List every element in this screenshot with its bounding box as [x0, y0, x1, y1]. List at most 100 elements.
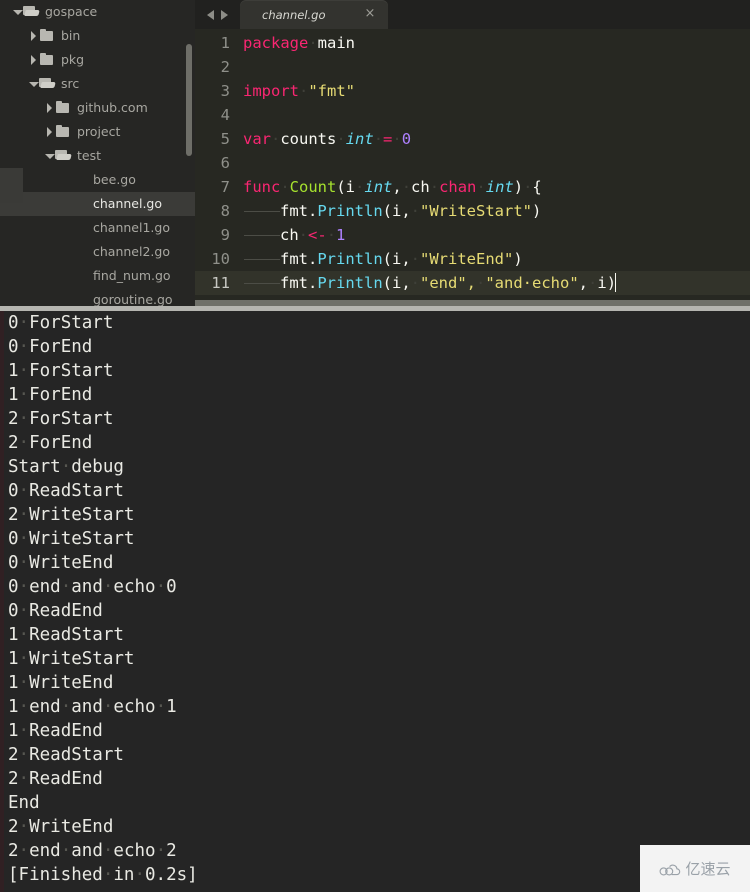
code-line[interactable]: 6 — [195, 151, 750, 175]
console-line: End — [8, 793, 40, 813]
code-line[interactable]: 8 fmt.Println(i,·"WriteStart") — [195, 199, 750, 223]
console-line: 2·ReadEnd — [8, 769, 103, 789]
console-line: [Finished·in·0.2s] — [8, 865, 198, 885]
tab-channel-go[interactable]: channel.go × — [240, 0, 388, 29]
sidebar-vertical-scrollbar[interactable] — [186, 44, 192, 156]
indent-guide — [243, 223, 280, 247]
code-token: import — [243, 82, 299, 100]
arrow-right-icon[interactable] — [221, 9, 228, 20]
chevron-right-icon[interactable] — [44, 120, 55, 144]
console-output-text: 0·ForStart 0·ForEnd 1·ForStart 1·ForEnd 2·Fo… — [8, 311, 750, 887]
code-token: { — [532, 178, 542, 196]
code-token: "and·echo" — [485, 274, 579, 292]
space-dot: · — [155, 697, 167, 717]
folder-open-icon — [55, 144, 72, 168]
space-dot: · — [134, 865, 145, 885]
line-number: 9 — [220, 226, 230, 244]
tree-item-channel1-go[interactable]: channel1.go — [0, 216, 195, 240]
code-token: var — [243, 130, 271, 148]
code-line[interactable]: 1 package·main — [195, 31, 750, 55]
code-token: · — [476, 178, 486, 196]
tree-item-goroutine-go[interactable]: goroutine.go — [0, 288, 195, 306]
tree-item-test[interactable]: test — [0, 144, 195, 168]
code-token: (i, — [382, 202, 411, 220]
code-line[interactable]: 11 fmt.Println(i,·"end",·"and·echo",·i) — [195, 271, 750, 295]
tree-item-project[interactable]: project — [0, 120, 195, 144]
arrow-left-icon[interactable] — [207, 9, 214, 20]
tree-item-bee-go[interactable]: bee.go — [0, 168, 195, 192]
tree-item-channel-go[interactable]: channel.go — [0, 192, 195, 216]
console-line: 0·ForEnd — [8, 337, 93, 357]
tab-nav-arrows[interactable] — [195, 0, 240, 29]
console-line: 0·ForStart — [8, 313, 114, 333]
tree-item-src[interactable]: src — [0, 72, 195, 96]
code-line[interactable]: 5 var·counts·int·=·0 — [195, 127, 750, 151]
space-dot: · — [18, 505, 30, 525]
tree-item-bin[interactable]: bin — [0, 24, 195, 48]
code-area[interactable]: 1 package·main 2 3 import·"fmt" 4 5 var·counts·… — [195, 29, 750, 306]
space-dot: · — [102, 865, 114, 885]
indent-guide — [243, 271, 280, 295]
space-dot: · — [18, 601, 30, 621]
code-line[interactable]: 9 ch·<-·1 — [195, 223, 750, 247]
code-line[interactable]: 4 — [195, 103, 750, 127]
code-token: · — [373, 130, 384, 148]
space-dot: · — [60, 577, 72, 597]
tree-item-label: channel1.go — [93, 220, 170, 235]
code-token: · — [410, 202, 420, 220]
chevron-down-icon[interactable] — [28, 72, 39, 96]
close-icon[interactable]: × — [364, 7, 376, 20]
sidebar-horizontal-scrollbar[interactable] — [0, 168, 23, 203]
code-line[interactable]: 7 func·Count(i·int,·ch·chan·int)·{ — [195, 175, 750, 199]
space-dot: · — [102, 577, 114, 597]
chevron-right-icon[interactable] — [28, 24, 39, 48]
code-editor: channel.go × 1 package·main 2 3 import·"fmt"… — [195, 0, 750, 306]
code-token: · — [298, 226, 309, 244]
code-token: ch — [411, 178, 430, 196]
tree-item-label: channel.go — [93, 196, 163, 211]
folder-closed-icon — [39, 24, 56, 48]
space-dot: · — [102, 697, 114, 717]
code-token: "end", — [420, 274, 476, 292]
space-dot: · — [60, 697, 72, 717]
code-line[interactable]: 3 import·"fmt" — [195, 79, 750, 103]
chevron-right-icon[interactable] — [44, 96, 55, 120]
console-left-edge — [0, 311, 4, 892]
tree-item-channel2-go[interactable]: channel2.go — [0, 240, 195, 264]
code-token: Count — [289, 178, 337, 196]
folder-closed-icon — [55, 96, 72, 120]
space-dot: · — [18, 625, 30, 645]
indent-guide — [243, 247, 280, 271]
code-line[interactable]: 2 — [195, 55, 750, 79]
text-cursor — [615, 273, 617, 292]
line-number: 1 — [220, 34, 230, 52]
chevron-down-icon[interactable] — [44, 144, 55, 168]
output-console[interactable]: 0·ForStart 0·ForEnd 1·ForStart 1·ForEnd 2·Fo… — [0, 306, 750, 892]
tree-item-find-num-go[interactable]: find_num.go — [0, 264, 195, 288]
file-spacer — [71, 240, 88, 264]
space-dot: · — [18, 721, 30, 741]
code-token: ) — [513, 250, 523, 268]
tree-item-gospace[interactable]: gospace — [0, 0, 195, 24]
line-number: 4 — [220, 106, 230, 124]
file-spacer — [71, 192, 88, 216]
code-token: · — [429, 178, 440, 196]
tree-item-label: goroutine.go — [93, 292, 173, 306]
console-line: 2·ForStart — [8, 409, 114, 429]
console-line: 0·ReadEnd — [8, 601, 103, 621]
chevron-right-icon[interactable] — [28, 48, 39, 72]
console-line: 0·ReadStart — [8, 481, 124, 501]
tree-item-github-com[interactable]: github.com — [0, 96, 195, 120]
tree-item-pkg[interactable]: pkg — [0, 48, 195, 72]
code-token: · — [401, 178, 412, 196]
code-token: int — [364, 178, 393, 196]
code-token: · — [336, 130, 346, 148]
code-line[interactable]: 10 fmt.Println(i,·"WriteEnd") — [195, 247, 750, 271]
console-line: 1·end·and·echo·1 — [8, 697, 177, 717]
sidebar-file-tree[interactable]: gospace bin pkg src github.com project test bee… — [0, 0, 195, 306]
chevron-down-icon[interactable] — [12, 0, 23, 24]
code-token: · — [271, 130, 281, 148]
tree-item-label: bee.go — [93, 172, 136, 187]
